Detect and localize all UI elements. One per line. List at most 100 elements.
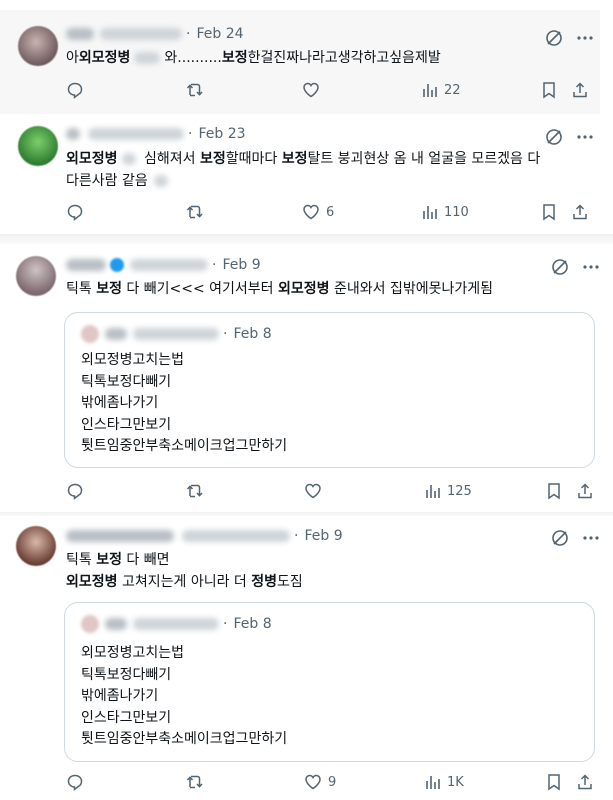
quoted-post[interactable]: · Feb 8 외모정병고치는법 틱톡보정다빼기 밖에좀나가기 인스타그만보기 … xyxy=(64,312,595,468)
views-icon xyxy=(423,84,437,97)
action-bar: 125 xyxy=(0,482,613,502)
views-button[interactable]: 110 xyxy=(422,203,469,221)
avatar[interactable] xyxy=(18,126,58,166)
bookmark-icon xyxy=(543,204,555,221)
share-icon xyxy=(578,483,592,499)
bookmark-button[interactable] xyxy=(541,203,557,221)
views-icon xyxy=(423,206,437,219)
reply-icon xyxy=(67,82,83,99)
views-count: 22 xyxy=(444,82,461,98)
quoted-post[interactable]: · Feb 8 외모정병고치는법 틱톡보정다빼기 밖에좀나가기 인스타그만보기 … xyxy=(64,602,595,762)
post-date[interactable]: Feb 9 xyxy=(304,528,342,544)
avatar[interactable] xyxy=(16,526,56,566)
avatar[interactable] xyxy=(18,26,58,66)
bookmark-button[interactable] xyxy=(541,81,557,99)
blurred-handle xyxy=(88,128,184,140)
bookmark-button[interactable] xyxy=(546,482,562,500)
action-bar: 6 110 xyxy=(0,203,600,223)
retweet-button[interactable] xyxy=(186,482,206,500)
reply-button[interactable] xyxy=(66,773,84,791)
heart-icon xyxy=(305,774,321,790)
post-date[interactable]: Feb 9 xyxy=(222,257,260,273)
avatar xyxy=(81,325,99,343)
post-text: 틱톡 보정 다 빼기<<< 여기서부터 외모정병 준내와서 집밖에못나가게됨 xyxy=(66,281,494,297)
blurred-username xyxy=(66,28,94,40)
post-text: 틱톡 보정 다 빼면 외모정병 고쳐지는게 아니라 더 정병도짐 xyxy=(66,552,303,590)
views-button[interactable]: 22 xyxy=(422,81,461,99)
blurred-username xyxy=(105,618,127,630)
post-2[interactable]: · Feb 23 외모정병 심해져서 보정할때마다 보정탈트 붕괴현상 옴 내 … xyxy=(0,118,600,234)
quoted-date: Feb 8 xyxy=(233,616,272,632)
more-icon[interactable] xyxy=(576,127,594,147)
grok-icon[interactable] xyxy=(544,127,564,147)
reply-button[interactable] xyxy=(66,203,84,221)
views-button[interactable]: 125 xyxy=(425,482,472,500)
post-3[interactable]: · Feb 9 틱톡 보정 다 빼기<<< 여기서부터 외모정병 준내와서 집밖… xyxy=(0,244,613,512)
retweet-button[interactable] xyxy=(186,773,206,791)
avatar[interactable] xyxy=(16,256,56,296)
share-button[interactable] xyxy=(571,203,589,221)
post-tools xyxy=(544,28,594,48)
reply-button[interactable] xyxy=(66,482,84,500)
blurred-username xyxy=(105,328,127,340)
heart-icon xyxy=(303,82,319,98)
post-date[interactable]: Feb 24 xyxy=(196,26,243,42)
retweet-button[interactable] xyxy=(186,203,206,221)
views-button[interactable]: 1K xyxy=(425,773,464,791)
post-4[interactable]: · Feb 9 틱톡 보정 다 빼면 외모정병 고쳐지는게 아니라 더 정병도짐… xyxy=(0,516,613,800)
post-1[interactable]: · Feb 24 아외모정병 와..........보정한걸진짜나라고생각하고싶음… xyxy=(0,10,600,114)
more-icon[interactable] xyxy=(582,528,600,548)
post-header: · Feb 9 xyxy=(66,257,261,273)
views-icon xyxy=(426,485,440,498)
post-header: · Feb 9 xyxy=(66,528,343,544)
grok-icon[interactable] xyxy=(550,257,570,277)
verified-badge-icon xyxy=(110,258,124,272)
reply-icon xyxy=(67,204,83,221)
share-icon xyxy=(573,204,587,220)
views-count: 1K xyxy=(447,774,464,790)
post-header: · Feb 23 xyxy=(66,126,246,142)
share-button[interactable] xyxy=(571,81,589,99)
quoted-text: 외모정병고치는법 틱톡보정다빼기 밖에좀나가기 인스타그만보기 튓트임중안부축소… xyxy=(81,352,288,454)
post-header: · Feb 24 xyxy=(66,26,244,42)
like-button[interactable] xyxy=(302,81,320,99)
quoted-header: · Feb 8 xyxy=(81,325,272,343)
bookmark-icon xyxy=(543,82,555,99)
action-bar: 9 1K xyxy=(0,773,613,793)
bookmark-icon xyxy=(548,483,560,500)
blurred-handle xyxy=(133,328,219,340)
like-count: 9 xyxy=(328,774,337,790)
reply-icon xyxy=(67,483,83,500)
post-tools xyxy=(544,127,594,147)
blurred-text xyxy=(153,175,168,187)
blurred-handle xyxy=(100,28,182,40)
blurred-handle xyxy=(133,618,219,630)
like-button[interactable]: 9 xyxy=(304,773,336,791)
post-text: 외모정병 심해져서 보정할때마다 보정탈트 붕괴현상 옴 내 얼굴을 모르겠음 … xyxy=(66,151,541,189)
retweet-icon xyxy=(186,484,203,498)
grok-icon[interactable] xyxy=(544,28,564,48)
share-button[interactable] xyxy=(576,482,594,500)
blurred-text xyxy=(134,52,161,64)
views-count: 125 xyxy=(447,483,472,499)
retweet-button[interactable] xyxy=(186,81,206,99)
share-icon xyxy=(578,774,592,790)
blurred-handle xyxy=(130,259,208,271)
more-icon[interactable] xyxy=(576,28,594,48)
blurred-username xyxy=(66,530,174,542)
blurred-text xyxy=(121,153,136,165)
reply-button[interactable] xyxy=(66,81,84,99)
blurred-username xyxy=(66,128,80,140)
post-date[interactable]: Feb 23 xyxy=(198,126,245,142)
share-button[interactable] xyxy=(576,773,594,791)
retweet-icon xyxy=(186,83,203,97)
grok-icon[interactable] xyxy=(550,528,570,548)
like-button[interactable] xyxy=(304,482,322,500)
bookmark-button[interactable] xyxy=(546,773,562,791)
like-button[interactable]: 6 xyxy=(302,203,334,221)
bookmark-icon xyxy=(548,774,560,791)
reply-icon xyxy=(67,774,83,791)
like-count: 6 xyxy=(326,204,335,220)
more-icon[interactable] xyxy=(582,257,600,277)
heart-icon xyxy=(303,204,319,220)
